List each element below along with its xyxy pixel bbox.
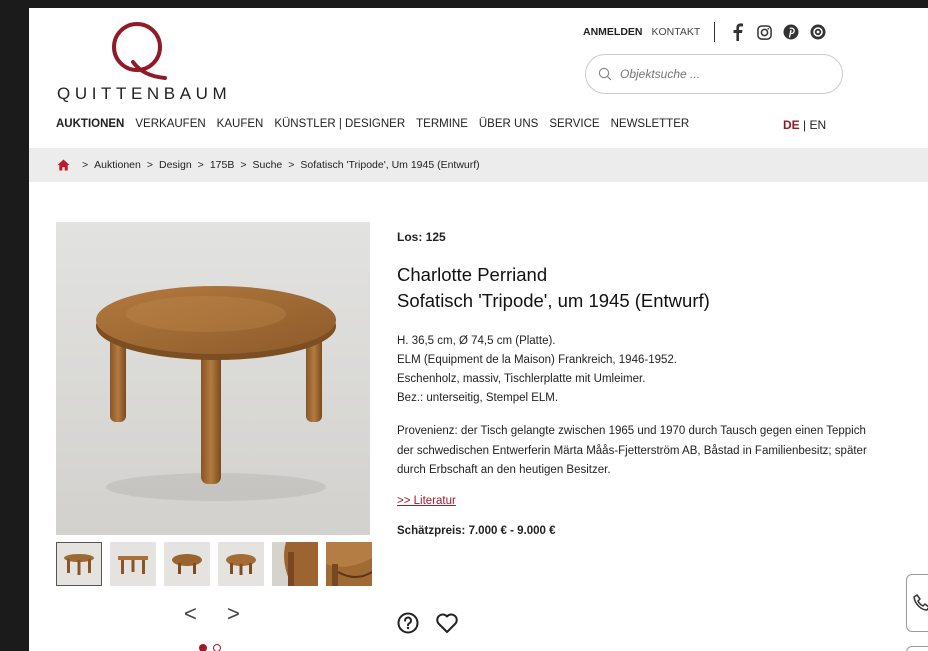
breadcrumb-auktionen[interactable]: Auktionen [94,159,141,171]
nav-kaufen[interactable]: KAUFEN [217,118,264,130]
nav-termine[interactable]: TERMINE [416,118,468,130]
logo[interactable]: QUITTENBAUM [57,18,237,106]
main-nav: AUKTIONEN VERKAUFEN KAUFEN KÜNSTLER | DE… [56,118,700,130]
breadcrumb-separator: > [146,159,153,171]
literature-link[interactable]: >> Literatur [397,495,867,507]
lot-number: Los: 125 [397,230,446,244]
lot-provenance: Provenienz: der Tisch gelangte zwischen … [397,425,867,476]
search-box[interactable] [585,54,843,94]
breadcrumb-separator: > [197,159,204,171]
contact-link[interactable]: KONTAKT [652,26,701,38]
floating-contact-button[interactable] [906,574,928,632]
spec-line: Bez.: unterseitig, Stempel ELM. [397,392,559,404]
gallery-next-button[interactable]: > [227,601,240,627]
spec-line: ELM (Equipment de la Maison) Frankreich,… [397,354,677,366]
lot-actions [397,612,475,639]
lang-de[interactable]: DE [783,118,800,132]
breadcrumb-separator: > [240,159,247,171]
nav-ueber-uns[interactable]: ÜBER UNS [479,118,538,130]
floating-secondary-button[interactable] [906,646,928,651]
spec-line: Eschenholz, massiv, Tischlerplatte mit U… [397,373,646,385]
phone-icon [913,594,928,611]
home-icon[interactable] [57,159,70,171]
question-icon[interactable] [397,612,419,639]
gallery-prev-button[interactable]: < [184,601,197,627]
nav-service[interactable]: SERVICE [549,118,599,130]
lot-artist: Charlotte Perriand [397,264,548,285]
language-switch: DE | EN [783,118,826,132]
login-link[interactable]: ANMELDEN [583,26,643,38]
breadcrumb: > Auktionen > Design > 175B > Suche > So… [29,148,928,182]
lot-specs: H. 36,5 cm, Ø 74,5 cm (Platte). ELM (Equ… [397,332,867,408]
gallery-dots [199,644,227,651]
breadcrumb-current: Sofatisch 'Tripode', Um 1945 (Entwurf) [300,159,480,171]
product-image[interactable] [56,222,370,535]
lot-details: Los: 125 Charlotte Perriand Sofatisch 'T… [397,230,867,537]
logo-text: QUITTENBAUM [57,84,232,103]
breadcrumb-separator: > [288,159,295,171]
page: QUITTENBAUM ANMELDEN KONTAKT AUKTIONEN V… [29,8,928,651]
breadcrumb-separator: > [82,159,89,171]
divider [714,22,716,42]
thumbnail[interactable] [272,542,318,586]
search-icon [598,67,612,81]
facebook-icon[interactable] [727,22,747,42]
spec-line: H. 36,5 cm, Ø 74,5 cm (Platte). [397,335,556,347]
breadcrumb-suche[interactable]: Suche [252,159,282,171]
vimeo-icon[interactable] [808,22,828,42]
thumbnail[interactable] [164,542,210,586]
instagram-icon[interactable] [754,22,774,42]
thumbnail[interactable] [326,542,372,586]
breadcrumb-175b[interactable]: 175B [210,159,235,171]
nav-verkaufen[interactable]: VERKAUFEN [135,118,205,130]
gallery-dot[interactable] [213,644,221,651]
nav-auktionen[interactable]: AUKTIONEN [56,118,124,130]
heart-icon[interactable] [435,612,459,639]
thumbnail-strip [56,542,380,586]
lot-estimate: Schätzpreis: 7.000 € - 9.000 € [397,524,556,537]
lang-separator: | [803,118,807,132]
search-input[interactable] [618,66,802,82]
logo-q-icon [112,22,167,80]
top-nav: ANMELDEN KONTAKT [583,22,835,42]
gallery-dot-active[interactable] [199,644,207,651]
thumbnail[interactable] [110,542,156,586]
breadcrumb-design[interactable]: Design [159,159,192,171]
pinterest-icon[interactable] [781,22,801,42]
lang-en[interactable]: EN [809,118,826,132]
nav-newsletter[interactable]: NEWSLETTER [611,118,690,130]
lot-title: Sofatisch 'Tripode', um 1945 (Entwurf) [397,290,710,311]
thumbnail[interactable] [218,542,264,586]
nav-kuenstler-designer[interactable]: KÜNSTLER | DESIGNER [274,118,405,130]
thumbnail[interactable] [56,542,102,586]
